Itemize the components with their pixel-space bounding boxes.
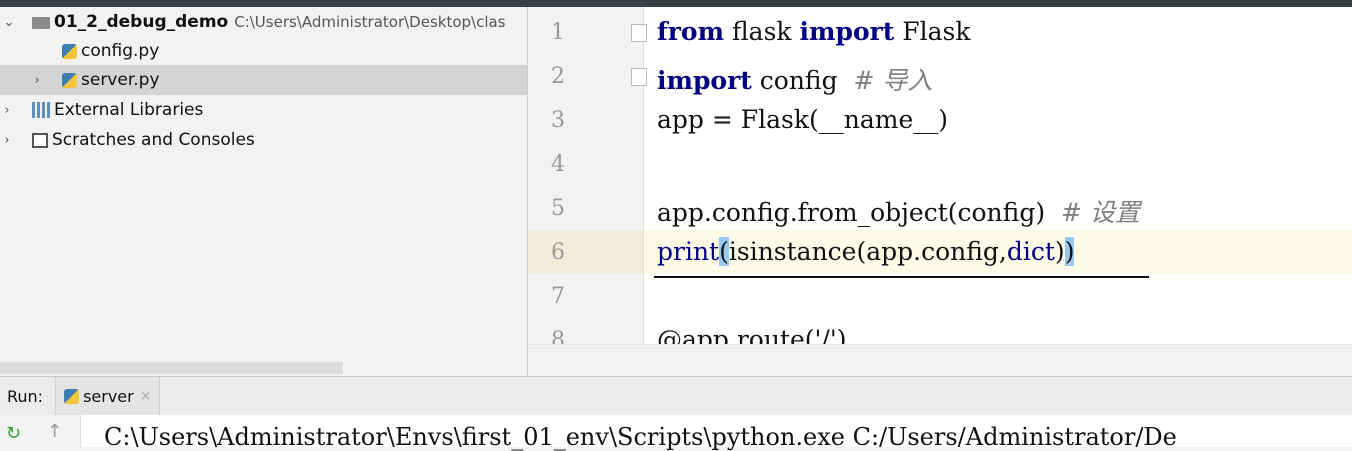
scratches-icon	[32, 132, 48, 148]
console-toolbar: ↻ ↑	[0, 415, 81, 447]
rerun-icon[interactable]: ↻	[6, 423, 24, 444]
fold-marker-icon[interactable]	[631, 24, 647, 42]
run-label: Run:	[7, 386, 44, 406]
error-underline	[654, 276, 1149, 278]
chevron-right-icon[interactable]: ›	[30, 73, 44, 88]
python-run-icon	[64, 388, 80, 404]
code-line-6[interactable]: print(isinstance(app.config,dict))	[657, 237, 1075, 266]
code-line-2[interactable]: import config # 导入	[657, 61, 932, 97]
keyword: import	[799, 17, 895, 46]
line-number: 3	[551, 108, 565, 133]
chevron-right-icon[interactable]: ›	[0, 103, 14, 118]
line-number: 5	[551, 196, 565, 221]
python-file-icon	[62, 43, 77, 59]
file-name: config.py	[81, 41, 160, 61]
run-tab-server[interactable]: server ×	[55, 377, 161, 415]
code-text: isinstance(app.config,	[728, 237, 1007, 266]
code-text: )	[1054, 237, 1065, 266]
chevron-right-icon[interactable]: ›	[0, 133, 14, 148]
project-path: C:\Users\Administrator\Desktop\clas	[234, 13, 506, 31]
keyword: from	[657, 17, 725, 46]
tree-root-project[interactable]: ⌄ 01_2_debug_demo C:\Users\Administrator…	[0, 7, 527, 37]
line-number: 6	[551, 240, 565, 265]
project-name: 01_2_debug_demo	[54, 12, 229, 32]
code-text: flask	[724, 17, 800, 46]
tree-item-scratches[interactable]: › Scratches and Consoles	[0, 125, 527, 155]
code-comment: # 设置	[1060, 198, 1140, 227]
horizontal-scrollbar[interactable]	[0, 362, 343, 374]
code-line-5[interactable]: app.config.from_object(config) # 设置	[657, 193, 1140, 229]
editor-bottom-strip	[528, 344, 1352, 376]
code-line-1[interactable]: from flask import Flask	[657, 17, 971, 46]
code-text: config	[751, 66, 854, 95]
window-top-bar	[0, 0, 1352, 7]
run-tab-label: server	[83, 386, 134, 406]
tree-item-server-py[interactable]: › server.py	[0, 65, 527, 95]
line-number: 1	[551, 20, 565, 45]
run-toolbar: Run: server ×	[0, 376, 1352, 416]
code-comment: # 导入	[853, 66, 933, 95]
tree-item-external-libraries[interactable]: › External Libraries	[0, 95, 527, 125]
line-number: 4	[551, 152, 565, 177]
function-name: print	[657, 237, 720, 266]
library-icon	[32, 102, 50, 118]
project-panel: ⌄ 01_2_debug_demo C:\Users\Administrator…	[0, 7, 528, 376]
external-libraries-label: External Libraries	[54, 100, 204, 120]
tree-item-config-py[interactable]: config.py	[0, 36, 527, 66]
code-line-3[interactable]: app = Flask(__name__)	[657, 105, 948, 134]
run-console[interactable]: ↻ ↑ C:\Users\Administrator\Envs\first_01…	[0, 415, 1352, 451]
line-number: 7	[551, 284, 565, 309]
builtin-name: dict	[1006, 237, 1055, 266]
fold-marker-icon[interactable]	[631, 68, 647, 86]
code-text: app.config.from_object(config)	[657, 198, 1061, 227]
close-icon[interactable]: ×	[140, 388, 152, 404]
chevron-down-icon[interactable]: ⌄	[2, 15, 16, 30]
scratches-label: Scratches and Consoles	[52, 130, 255, 150]
python-file-icon	[62, 72, 77, 88]
keyword: import	[657, 66, 752, 95]
folder-icon	[32, 17, 50, 29]
line-number: 2	[551, 64, 565, 89]
arrow-up-icon[interactable]: ↑	[47, 421, 62, 442]
code-editor[interactable]: 1 2 3 4 5 6 7 8 from flask import Flask …	[528, 7, 1352, 376]
file-name: server.py	[81, 70, 160, 90]
code-text: Flask	[894, 17, 971, 46]
matched-brace: (	[719, 237, 729, 266]
matched-brace: )	[1064, 237, 1075, 266]
